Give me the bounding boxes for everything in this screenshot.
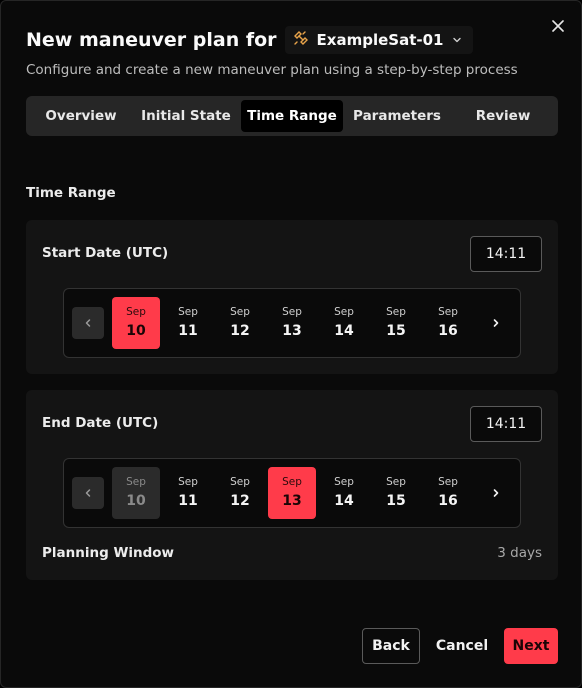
- day-month: Sep: [230, 476, 250, 488]
- dialog-subtitle: Configure and create a new maneuver plan…: [26, 62, 518, 78]
- end-date-strip: Sep 10 Sep 11 Sep 12 Sep 13 Sep 14 Sep 15 Sep 1…: [63, 458, 521, 528]
- end-time-input[interactable]: 14:11: [470, 406, 542, 442]
- satellite-select[interactable]: ExampleSat-01: [284, 26, 474, 54]
- day-number: 16: [438, 323, 458, 339]
- day-month: Sep: [178, 476, 198, 488]
- start-day[interactable]: Sep 15: [372, 297, 420, 349]
- tab-overview[interactable]: Overview: [30, 100, 132, 132]
- satellite-icon: [293, 30, 309, 50]
- end-day[interactable]: Sep 14: [320, 467, 368, 519]
- tab-review[interactable]: Review: [452, 100, 554, 132]
- day-number: 15: [386, 323, 406, 339]
- tab-time-range[interactable]: Time Range: [241, 100, 343, 132]
- end-day[interactable]: Sep 16: [424, 467, 472, 519]
- day-number: 11: [178, 493, 198, 509]
- day-month: Sep: [230, 306, 250, 318]
- day-number: 15: [386, 493, 406, 509]
- day-month: Sep: [334, 476, 354, 488]
- day-month: Sep: [334, 306, 354, 318]
- day-number: 14: [334, 323, 354, 339]
- start-day[interactable]: Sep 13: [268, 297, 316, 349]
- day-month: Sep: [126, 476, 146, 488]
- chevron-right-icon[interactable]: [482, 307, 510, 339]
- end-day[interactable]: Sep 10: [112, 467, 160, 519]
- day-number: 14: [334, 493, 354, 509]
- planning-window-label: Planning Window: [42, 545, 174, 561]
- chevron-left-icon[interactable]: [72, 477, 104, 509]
- start-day[interactable]: Sep 14: [320, 297, 368, 349]
- back-button[interactable]: Back: [362, 628, 420, 664]
- end-day[interactable]: Sep 13: [268, 467, 316, 519]
- day-month: Sep: [126, 306, 146, 318]
- day-month: Sep: [386, 306, 406, 318]
- dialog-title: New maneuver plan for: [26, 29, 277, 51]
- day-month: Sep: [438, 476, 458, 488]
- start-date-card: Start Date (UTC) 14:11 Sep 10 Sep 11 Sep 12…: [26, 220, 558, 374]
- next-button[interactable]: Next: [504, 628, 558, 664]
- day-number: 12: [230, 323, 250, 339]
- day-number: 16: [438, 493, 458, 509]
- chevron-left-icon[interactable]: [72, 307, 104, 339]
- day-number: 11: [178, 323, 198, 339]
- planning-window-value: 3 days: [497, 545, 542, 561]
- tab-initial-state[interactable]: Initial State: [134, 100, 238, 132]
- satellite-name: ExampleSat-01: [316, 31, 444, 49]
- step-tabs: Overview Initial State Time Range Parame…: [26, 96, 558, 136]
- section-title: Time Range: [26, 185, 116, 201]
- tab-parameters[interactable]: Parameters: [346, 100, 448, 132]
- maneuver-plan-dialog: New maneuver plan for ExampleSat-01 Conf…: [0, 0, 582, 688]
- day-number: 10: [126, 493, 146, 509]
- day-month: Sep: [282, 306, 302, 318]
- close-icon[interactable]: [549, 17, 567, 35]
- end-day[interactable]: Sep 12: [216, 467, 264, 519]
- chevron-down-icon: [451, 31, 463, 50]
- start-day[interactable]: Sep 16: [424, 297, 472, 349]
- day-month: Sep: [282, 476, 302, 488]
- day-month: Sep: [178, 306, 198, 318]
- start-day[interactable]: Sep 10: [112, 297, 160, 349]
- dialog-header: New maneuver plan for ExampleSat-01: [26, 25, 474, 55]
- cancel-button[interactable]: Cancel: [434, 628, 490, 664]
- end-day[interactable]: Sep 15: [372, 467, 420, 519]
- end-day[interactable]: Sep 11: [164, 467, 212, 519]
- end-date-card: End Date (UTC) 14:11 Sep 10 Sep 11 Sep 12 S…: [26, 390, 558, 580]
- day-number: 13: [282, 323, 302, 339]
- start-date-strip: Sep 10 Sep 11 Sep 12 Sep 13 Sep 14 Sep 15 Sep 1…: [63, 288, 521, 358]
- start-date-label: Start Date (UTC): [42, 245, 169, 261]
- chevron-right-icon[interactable]: [482, 477, 510, 509]
- start-day[interactable]: Sep 11: [164, 297, 212, 349]
- day-month: Sep: [386, 476, 406, 488]
- day-number: 12: [230, 493, 250, 509]
- end-date-label: End Date (UTC): [42, 415, 159, 431]
- start-day[interactable]: Sep 12: [216, 297, 264, 349]
- day-number: 13: [282, 493, 302, 509]
- day-month: Sep: [438, 306, 458, 318]
- start-time-input[interactable]: 14:11: [470, 236, 542, 272]
- day-number: 10: [126, 323, 146, 339]
